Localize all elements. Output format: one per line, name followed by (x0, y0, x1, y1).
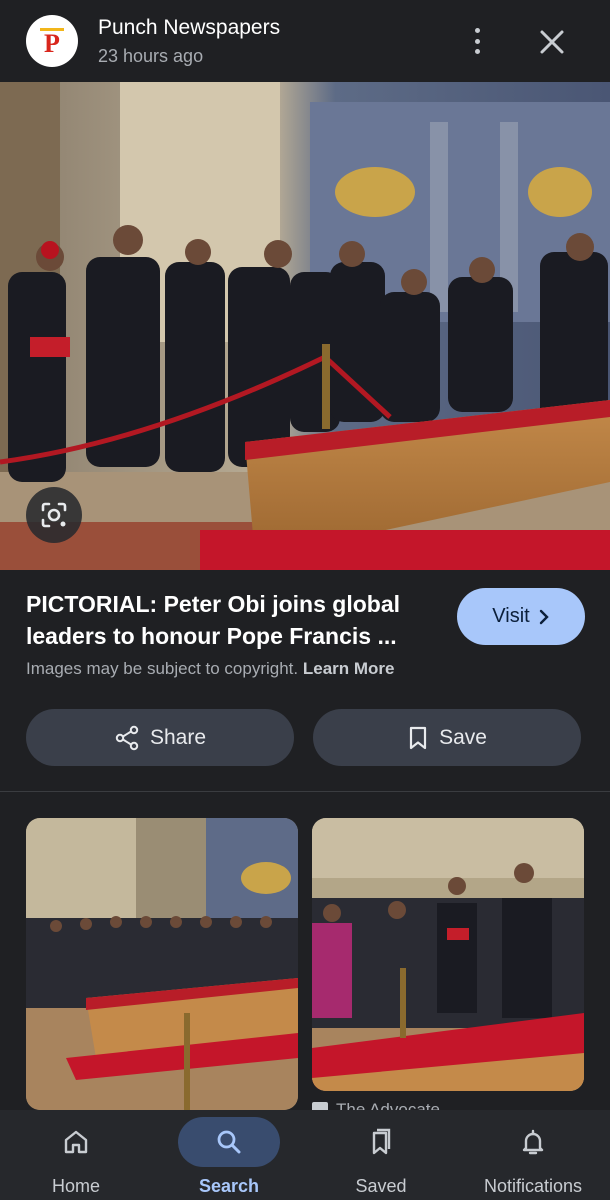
article-title[interactable]: PICTORIAL: Peter Obi joins global leader… (26, 588, 446, 652)
nav-notifications-label: Notifications (483, 1176, 583, 1196)
nav-search[interactable]: Search (178, 1110, 280, 1200)
google-lens-icon[interactable] (26, 487, 82, 543)
saved-icon (372, 1128, 391, 1155)
punch-logo[interactable]: P (26, 15, 78, 67)
visit-button[interactable]: Visit (457, 588, 585, 645)
more-options-icon[interactable] (462, 24, 492, 58)
copyright-notice: Images may be subject to copyright. Lear… (26, 659, 395, 679)
main-image[interactable] (0, 82, 610, 570)
chevron-right-icon (539, 609, 549, 624)
bell-icon (522, 1129, 544, 1155)
share-button[interactable]: Share (26, 709, 294, 766)
home-icon (64, 1130, 88, 1154)
related-image-2[interactable] (312, 818, 584, 1091)
nav-notifications[interactable]: Notifications (462, 1110, 604, 1200)
bottom-nav: Home Search Saved Notifications (0, 1110, 610, 1200)
visit-label: Visit (492, 605, 530, 627)
nav-home-label: Home (51, 1176, 100, 1196)
divider (0, 791, 610, 792)
nav-saved-label: Saved (355, 1176, 407, 1196)
related-image-1[interactable] (26, 818, 298, 1110)
save-label: Save (439, 725, 487, 749)
logo-letter: P (44, 28, 60, 58)
header: P Punch Newspapers 23 hours ago (0, 0, 610, 82)
close-icon[interactable] (534, 24, 570, 60)
save-button[interactable]: Save (313, 709, 581, 766)
copyright-text: Images may be subject to copyright. (26, 659, 299, 678)
learn-more-link[interactable]: Learn More (303, 659, 395, 678)
source-name[interactable]: Punch Newspapers (98, 16, 280, 40)
nav-home[interactable]: Home (25, 1110, 127, 1200)
nav-saved[interactable]: Saved (330, 1110, 432, 1200)
time-ago: 23 hours ago (98, 46, 204, 66)
bookmark-icon (409, 726, 427, 749)
share-icon (115, 725, 139, 750)
search-icon (217, 1130, 241, 1154)
share-label: Share (149, 725, 207, 749)
nav-search-label: Search (198, 1176, 260, 1196)
